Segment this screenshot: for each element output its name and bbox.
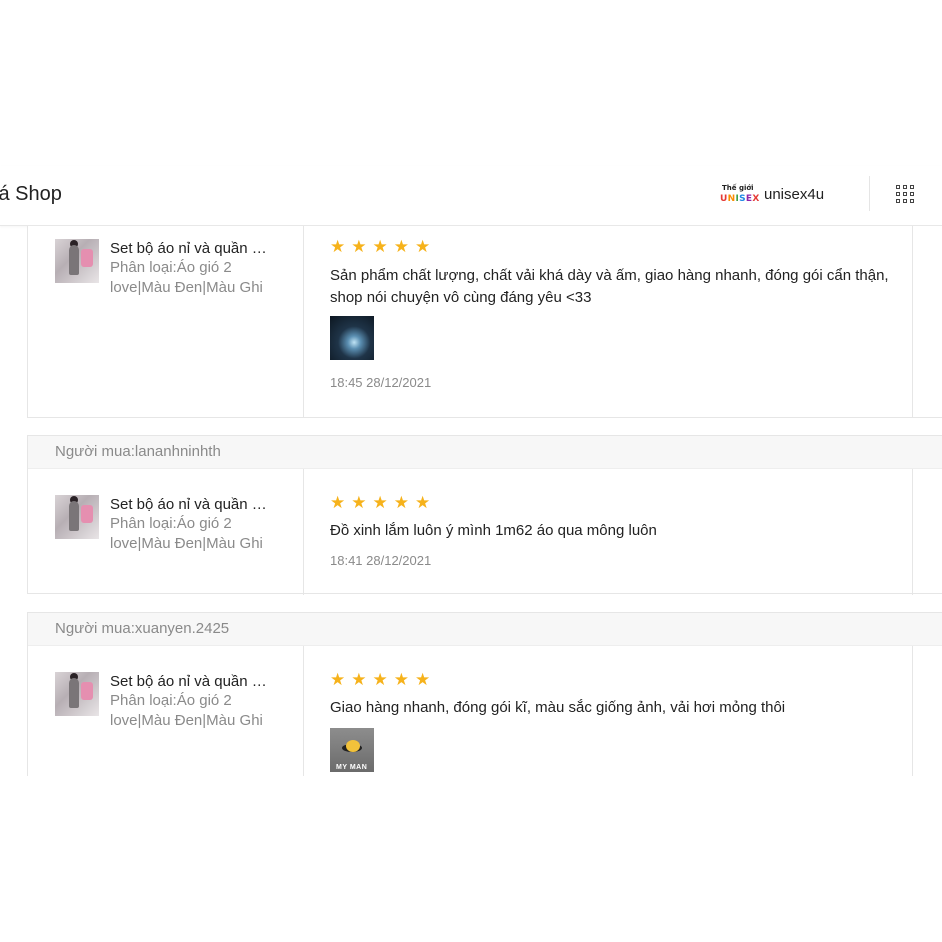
- blank-area: [0, 776, 942, 942]
- product-name[interactable]: Set bộ áo nỉ và quần …: [110, 673, 267, 690]
- review-body: Set bộ áo nỉ và quần … Phân loại:Áo gió …: [28, 469, 942, 595]
- buyer-name: Người mua:lananhninhth: [28, 436, 942, 469]
- shop-logo[interactable]: Thế giới UNISEX: [720, 183, 759, 207]
- column-divider: [912, 226, 913, 418]
- header-divider: [869, 176, 870, 211]
- review-photo[interactable]: MY MAN: [330, 728, 374, 772]
- photo-caption: MY MAN: [336, 764, 368, 771]
- star-icon: ★: [351, 237, 367, 256]
- shop-logo-top-text: Thế giới: [722, 184, 754, 192]
- header-bar: iá Shop Thế giới UNISEX unisex4u: [0, 166, 942, 226]
- product-variant: Phân loại:Áo gió 2 love|Màu Đen|Màu Ghi: [110, 259, 263, 296]
- star-icon: ★: [330, 237, 346, 256]
- star-icon: ★: [393, 670, 409, 689]
- shop-logo-bottom-text: UNISEX: [720, 194, 760, 204]
- star-icon: ★: [372, 493, 388, 512]
- product-column: Set bộ áo nỉ và quần … Phân loại:Áo gió …: [28, 226, 304, 418]
- review-body: Set bộ áo nỉ và quần … Phân loại:Áo gió …: [28, 226, 942, 418]
- star-icon: ★: [330, 670, 346, 689]
- product-thumbnail[interactable]: [55, 495, 99, 539]
- product-thumbnail[interactable]: [55, 239, 99, 283]
- page-title: iá Shop: [0, 183, 62, 205]
- star-icon: ★: [330, 493, 346, 512]
- star-icon: ★: [351, 493, 367, 512]
- review-card: Set bộ áo nỉ và quần … Phân loại:Áo gió …: [27, 226, 942, 418]
- product-name[interactable]: Set bộ áo nỉ và quần …: [110, 240, 267, 257]
- review-comment: Giao hàng nhanh, đóng gói kĩ, màu sắc gi…: [330, 699, 786, 716]
- grid-icon[interactable]: [896, 185, 914, 203]
- star-icon: ★: [393, 237, 409, 256]
- star-icon: ★: [393, 493, 409, 512]
- column-divider: [912, 469, 913, 595]
- rating-stars: ★ ★ ★ ★ ★: [330, 493, 436, 512]
- review-comment: Đồ xinh lắm luôn ý mình 1m62 áo qua mông…: [330, 522, 657, 539]
- review-time: 18:45 28/12/2021: [330, 375, 432, 390]
- product-column: Set bộ áo nỉ và quần … Phân loại:Áo gió …: [28, 469, 304, 595]
- buyer-name: Người mua:xuanyen.2425: [28, 613, 942, 646]
- product-name[interactable]: Set bộ áo nỉ và quần …: [110, 496, 267, 513]
- review-time: 18:41 28/12/2021: [330, 553, 432, 568]
- product-variant: Phân loại:Áo gió 2 love|Màu Đen|Màu Ghi: [110, 692, 263, 729]
- star-icon: ★: [415, 237, 431, 256]
- product-variant: Phân loại:Áo gió 2 love|Màu Đen|Màu Ghi: [110, 515, 263, 552]
- star-icon: ★: [415, 493, 431, 512]
- shop-name-link[interactable]: unisex4u: [764, 186, 824, 203]
- star-icon: ★: [372, 237, 388, 256]
- star-icon: ★: [372, 670, 388, 689]
- star-icon: ★: [415, 670, 431, 689]
- product-thumbnail[interactable]: [55, 672, 99, 716]
- star-icon: ★: [351, 670, 367, 689]
- rating-stars: ★ ★ ★ ★ ★: [330, 237, 436, 256]
- rating-stars: ★ ★ ★ ★ ★: [330, 670, 436, 689]
- review-photo[interactable]: [330, 316, 374, 360]
- review-comment: Sản phẩm chất lượng, chất vải khá dày và…: [330, 267, 889, 306]
- review-card: Người mua:lananhninhth Set bộ áo nỉ và q…: [27, 435, 942, 595]
